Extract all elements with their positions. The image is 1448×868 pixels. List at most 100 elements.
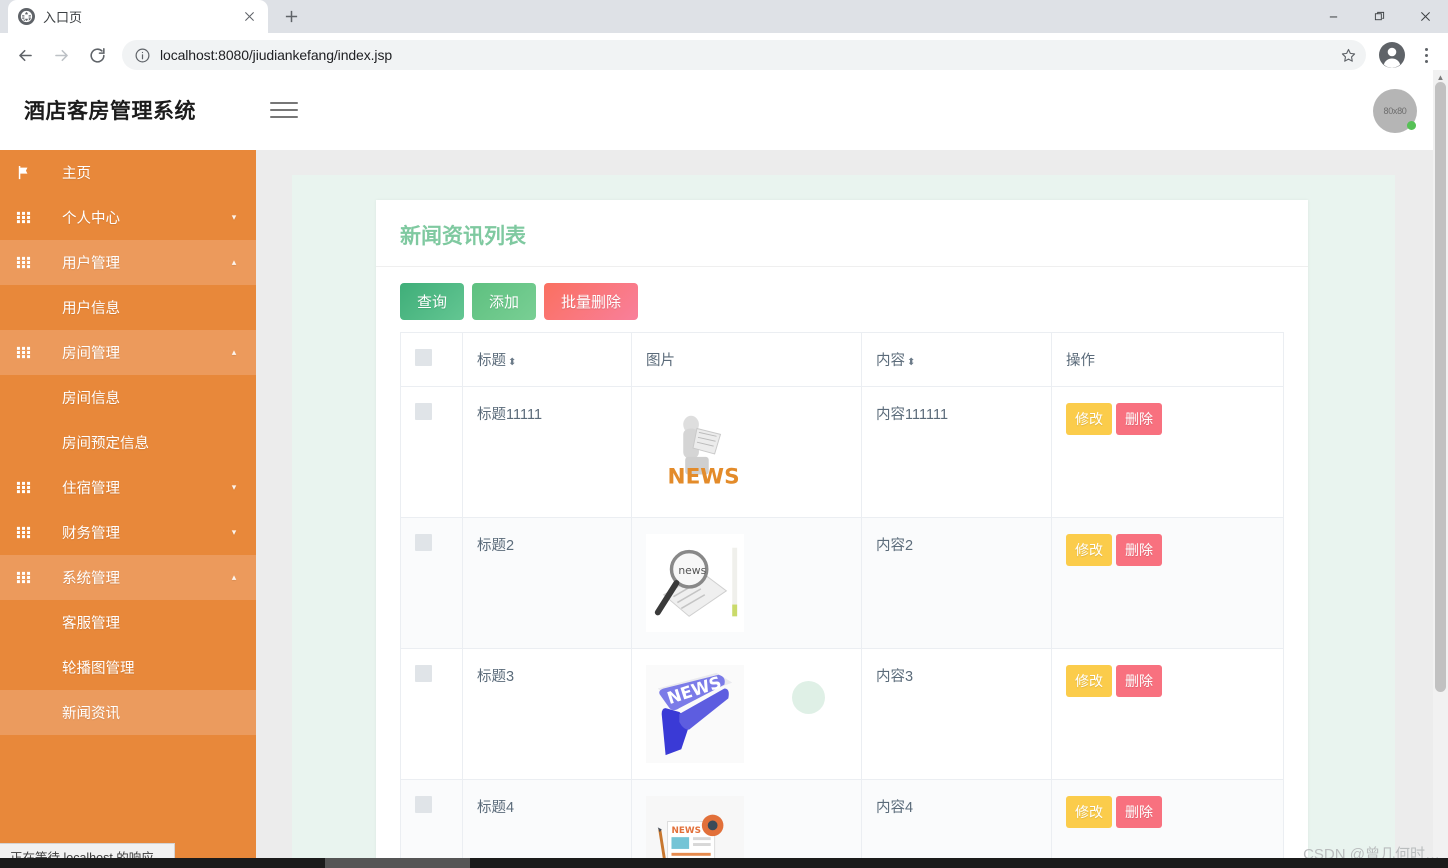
sidebar-item-home[interactable]: 主页 — [0, 150, 256, 195]
blue-news-key-thumbnail: NEWS — [646, 665, 744, 763]
edit-button[interactable]: 修改 — [1066, 403, 1112, 435]
sidebar: 主页 个人中心 ▾ 用户管理 ▴ 用户信息 房间管理 ▴ 房间信息 房间预定信息… — [0, 150, 256, 868]
table-header-row: 标题 ⬍ 图片 内容 ⬍ 操作 — [400, 332, 1284, 387]
sidebar-item-carousel-management[interactable]: 轮播图管理 — [0, 645, 256, 690]
action-header-label: 操作 — [1066, 353, 1095, 369]
sidebar-item-label: 房间管理 — [62, 346, 120, 362]
table-row: 标题4 NEWS 内容4 修改 删除 — [400, 779, 1284, 868]
forward-arrow-icon[interactable] — [44, 38, 78, 72]
close-icon[interactable] — [240, 8, 258, 26]
magnifier-newspaper-thumbnail: news — [646, 534, 744, 632]
edit-button[interactable]: 修改 — [1066, 534, 1112, 566]
grid-icon — [16, 570, 42, 585]
row-select-cell — [400, 517, 463, 649]
row-checkbox[interactable] — [415, 403, 432, 420]
svg-text:news: news — [678, 564, 706, 577]
select-all-checkbox[interactable] — [415, 349, 432, 366]
new-tab-button[interactable] — [276, 1, 306, 31]
select-all-header — [400, 332, 463, 387]
row-image-cell: NEWS — [631, 386, 862, 518]
row-action-cell: 修改 删除 — [1051, 779, 1284, 868]
three-dot-menu-icon[interactable] — [1412, 39, 1440, 71]
sidebar-item-label: 用户信息 — [62, 301, 120, 317]
row-title-cell: 标题4 — [462, 779, 632, 868]
sidebar-item-user-info[interactable]: 用户信息 — [0, 285, 256, 330]
svg-text:NEWS: NEWS — [671, 826, 700, 836]
delete-button[interactable]: 删除 — [1116, 796, 1162, 828]
query-button[interactable]: 查询 — [400, 283, 465, 320]
row-image-cell: NEWS — [631, 779, 862, 868]
news-table: 标题 ⬍ 图片 内容 ⬍ 操作 标题11111 NEWS 内容111111 修改… — [400, 332, 1284, 868]
page-scrollbar[interactable]: ▲ ▼ — [1433, 70, 1448, 868]
grid-icon — [16, 210, 42, 225]
sidebar-item-room-info[interactable]: 房间信息 — [0, 375, 256, 420]
add-button[interactable]: 添加 — [472, 283, 537, 320]
row-checkbox[interactable] — [415, 534, 432, 551]
browser-tab[interactable]: 入口页 — [8, 0, 268, 33]
row-action-cell: 修改 删除 — [1051, 517, 1284, 649]
sidebar-item-customer-service-management[interactable]: 客服管理 — [0, 600, 256, 645]
content-wrapper: 新闻资讯列表 查询 添加 批量删除 标题 ⬍ 图片 内容 ⬍ 操作 标题1111… — [292, 175, 1395, 868]
address-bar[interactable]: localhost:8080/jiudiankefang/index.jsp — [122, 40, 1366, 70]
avatar[interactable]: 80x80 — [1373, 89, 1417, 133]
row-select-cell — [400, 648, 463, 780]
chevron-up-icon: ▴ — [231, 257, 237, 267]
delete-button[interactable]: 删除 — [1116, 665, 1162, 697]
row-checkbox[interactable] — [415, 665, 432, 682]
content-header[interactable]: 内容 ⬍ — [861, 332, 1052, 387]
online-status-dot — [1407, 121, 1416, 130]
sidebar-item-user-management[interactable]: 用户管理 ▴ — [0, 240, 256, 285]
bookmark-star-icon[interactable] — [1336, 43, 1360, 67]
profile-avatar-icon[interactable] — [1378, 41, 1406, 69]
table-row: 标题3 NEWS 内容3 修改 删除 — [400, 648, 1284, 780]
edit-button[interactable]: 修改 — [1066, 796, 1112, 828]
sidebar-item-news[interactable]: 新闻资讯 — [0, 690, 256, 735]
delete-button[interactable]: 删除 — [1116, 403, 1162, 435]
row-content-cell: 内容3 — [861, 648, 1052, 780]
sidebar-item-personal-center[interactable]: 个人中心 ▾ — [0, 195, 256, 240]
sidebar-item-system-management[interactable]: 系统管理 ▴ — [0, 555, 256, 600]
sort-icon[interactable]: ⬍ — [508, 358, 516, 368]
sidebar-item-label: 房间预定信息 — [62, 436, 149, 452]
chevron-up-icon: ▴ — [231, 572, 237, 582]
sidebar-item-label: 房间信息 — [62, 391, 120, 407]
browser-window: 入口页 localhost:8080/jiudiankefang/index.j… — [0, 0, 1448, 868]
reload-icon[interactable] — [80, 38, 114, 72]
row-checkbox[interactable] — [415, 796, 432, 813]
batch-delete-button[interactable]: 批量删除 — [544, 283, 639, 320]
chevron-down-icon: ▾ — [231, 527, 237, 537]
tab-title: 入口页 — [43, 10, 83, 25]
maximize-icon[interactable] — [1356, 0, 1402, 32]
edit-button[interactable]: 修改 — [1066, 665, 1112, 697]
sidebar-item-room-management[interactable]: 房间管理 ▴ — [0, 330, 256, 375]
minimize-icon[interactable] — [1310, 0, 1356, 32]
row-content-cell: 内容4 — [861, 779, 1052, 868]
table-head: 标题 ⬍ 图片 内容 ⬍ 操作 — [400, 332, 1284, 387]
main-content: 新闻资讯列表 查询 添加 批量删除 标题 ⬍ 图片 内容 ⬍ 操作 标题1111… — [256, 150, 1433, 868]
row-image-cell: NEWS — [631, 648, 862, 780]
row-title-cell: 标题11111 — [462, 386, 632, 518]
row-content-cell: 内容111111 — [861, 386, 1052, 518]
news-reader-figure-thumbnail: NEWS — [646, 403, 744, 501]
close-icon[interactable] — [1402, 0, 1448, 32]
sort-icon[interactable]: ⬍ — [907, 358, 915, 368]
image-header: 图片 — [631, 332, 862, 387]
sidebar-item-label: 系统管理 — [62, 571, 120, 587]
table-row: 标题2 news 内容2 修改 删除 — [400, 517, 1284, 649]
hamburger-menu-icon[interactable] — [270, 96, 298, 124]
sidebar-item-accommodation-management[interactable]: 住宿管理 ▾ — [0, 465, 256, 510]
taskbar-active-window — [325, 858, 470, 868]
row-select-cell — [400, 779, 463, 868]
scrollbar-thumb[interactable] — [1435, 82, 1446, 692]
sidebar-item-room-booking-info[interactable]: 房间预定信息 — [0, 420, 256, 465]
content-header-label: 内容 — [876, 353, 905, 369]
tab-strip: 入口页 — [0, 0, 1448, 33]
delete-button[interactable]: 删除 — [1116, 534, 1162, 566]
action-header: 操作 — [1051, 332, 1284, 387]
title-header[interactable]: 标题 ⬍ — [462, 332, 632, 387]
sidebar-item-label: 住宿管理 — [62, 481, 120, 497]
page-viewport: 酒店客房管理系统 80x80 主页 个人中心 ▾ 用户管理 ▴ 用户信息 房间管… — [0, 70, 1448, 868]
sidebar-item-finance-management[interactable]: 财务管理 ▾ — [0, 510, 256, 555]
site-info-icon[interactable] — [134, 47, 151, 64]
back-arrow-icon[interactable] — [8, 38, 42, 72]
